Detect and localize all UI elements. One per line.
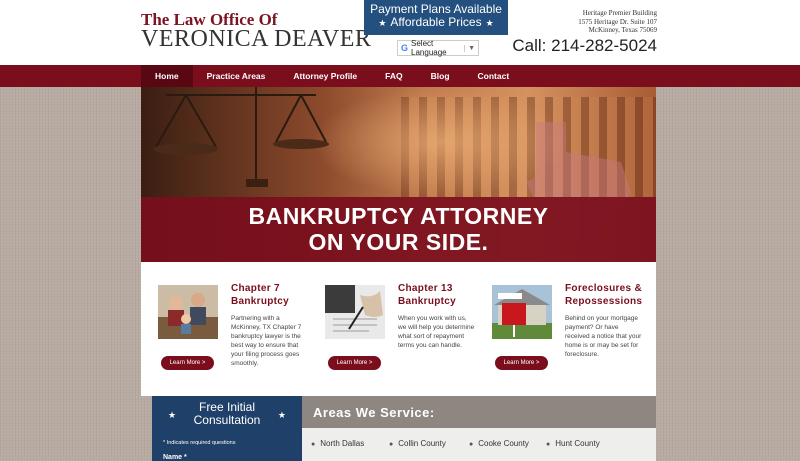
learn-more-button[interactable]: Learn More > (495, 356, 548, 370)
star-icon: ★ (378, 18, 387, 28)
feature-title-line: Repossessions (565, 295, 643, 307)
hero-title: BANKRUPTCY ATTORNEY ON YOUR SIDE. (141, 203, 656, 255)
name-field-label: Name * (163, 454, 187, 461)
area-label: Hunt County (555, 439, 600, 448)
payment-plans-banner: Payment Plans Available ★ Affordable Pric… (364, 0, 508, 35)
feature-title[interactable]: Foreclosures & Repossessions (565, 283, 642, 308)
hero-title-line2: ON YOUR SIDE. (308, 229, 489, 255)
feature-description: Partnering with a McKinney, TX Chapter 7… (231, 315, 302, 367)
area-label: North Dallas (320, 439, 365, 448)
feature-chapter-7: Chapter 7 Bankruptcy Partnering with a M… (141, 262, 311, 396)
nav-item-home[interactable]: Home (141, 65, 193, 87)
main-nav: Home Practice Areas Attorney Profile FAQ… (0, 65, 800, 87)
nav-items: Home Practice Areas Attorney Profile FAQ… (141, 65, 523, 87)
chevron-down-icon: ▼ (464, 44, 475, 52)
address-line: 1575 Heritage Dr. Suite 107 (578, 17, 657, 26)
google-translate-select[interactable]: G Select Language ▼ (397, 39, 479, 57)
translate-label: Select Language (411, 39, 447, 57)
area-label: Collin County (398, 439, 446, 448)
nav-item-blog[interactable]: Blog (417, 65, 464, 87)
feature-title-line: Chapter 7 (231, 283, 280, 294)
learn-more-button[interactable]: Learn More > (328, 356, 381, 370)
area-item[interactable]: ● Cooke County (469, 439, 529, 448)
areas-served: Areas We Service: ● North Dallas ● Collin … (302, 396, 656, 461)
hero-title-line1: BANKRUPTCY ATTORNEY (248, 203, 549, 229)
nav-item-attorney-profile[interactable]: Attorney Profile (279, 65, 371, 87)
consultation-form: ★ Free Initial Consultation ★ * Indicate… (152, 396, 302, 461)
feature-chapter-13: Chapter 13 Bankruptcy When you work with… (308, 262, 478, 396)
feature-title-line: Chapter 13 (398, 283, 453, 294)
feature-title-line: Bankruptcy (231, 295, 290, 307)
feature-title[interactable]: Chapter 7 Bankruptcy (231, 283, 289, 308)
family-photo-image (158, 285, 218, 339)
bullet-icon: ● (311, 441, 316, 448)
bullet-icon: ● (469, 441, 474, 448)
google-icon: G (401, 43, 409, 53)
signing-document-image (325, 285, 385, 339)
areas-list: ● North Dallas ● Collin County ● Cooke Coun… (302, 428, 656, 461)
bullet-icon: ● (389, 441, 394, 448)
logo-name[interactable]: VERONICA DEAVER (141, 26, 371, 53)
office-address: Heritage Premier Building 1575 Heritage … (578, 9, 657, 35)
nav-item-faq[interactable]: FAQ (371, 65, 416, 87)
feature-title-line: Bankruptcy (398, 295, 457, 307)
area-label: Cooke County (478, 439, 529, 448)
feature-description: When you work with us, we will help you … (398, 315, 475, 349)
feature-description: Behind on your mortgage payment? Or have… (565, 315, 642, 358)
areas-heading: Areas We Service: (313, 405, 435, 420)
nav-item-contact[interactable]: Contact (464, 65, 524, 87)
scales-of-justice-icon (154, 87, 329, 187)
star-icon: ★ (485, 18, 494, 28)
area-item[interactable]: ● Collin County (389, 439, 446, 448)
promo-line2: Affordable Prices (390, 15, 482, 29)
feature-title[interactable]: Chapter 13 Bankruptcy (398, 283, 456, 308)
learn-more-button[interactable]: Learn More > (161, 356, 214, 370)
area-item[interactable]: ● Hunt County (546, 439, 600, 448)
site-header: The Law Office Of VERONICA DEAVER Paymen… (0, 0, 800, 65)
promo-line2-row: ★ Affordable Prices ★ (364, 16, 508, 30)
area-item[interactable]: ● North Dallas (311, 439, 364, 448)
address-line: McKinney, Texas 75069 (588, 26, 657, 34)
required-note: * Indicates required questions (163, 440, 236, 446)
nav-item-practice-areas[interactable]: Practice Areas (193, 65, 280, 87)
star-icon: ★ (277, 410, 286, 420)
feature-title-line: Foreclosures & (565, 283, 643, 294)
foreclosure-sign-image (492, 285, 552, 339)
feature-foreclosures: Foreclosures & Repossessions Behind on y… (475, 262, 645, 396)
address-line: Heritage Premier Building (582, 9, 657, 17)
hero-banner: BANKRUPTCY ATTORNEY ON YOUR SIDE. (141, 87, 656, 262)
bullet-icon: ● (546, 441, 551, 448)
phone-number[interactable]: Call: 214-282-5024 (512, 36, 657, 56)
practice-features: Chapter 7 Bankruptcy Partnering with a M… (141, 262, 656, 396)
